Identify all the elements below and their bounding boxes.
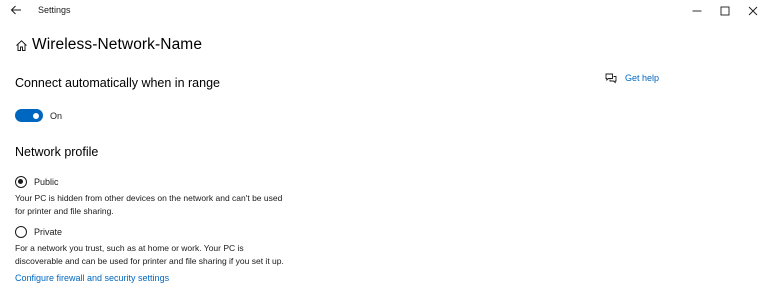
private-description: For a network you trust, such as at home… [15,242,300,267]
configure-firewall-link[interactable]: Configure firewall and security settings [15,273,169,283]
connect-toggle-row: On [15,109,62,122]
private-description-line: discoverable and can be used for printer… [15,255,284,266]
private-radio-button[interactable] [15,226,27,238]
close-icon [748,3,758,21]
network-profile-heading: Network profile [15,145,99,159]
radio-option-private[interactable]: Private [15,226,62,238]
radio-selected-dot [18,179,24,185]
public-radio-label: Public [34,177,59,187]
private-radio-label: Private [34,227,63,237]
toggle-state-label: On [50,110,63,121]
private-description-line: For a network you trust, such as at home… [15,243,244,253]
public-description: Your PC is hidden from other devices on … [15,192,300,217]
page-title: Wireless-Network-Name [32,36,203,53]
maximize-icon [720,3,730,21]
public-description-line: Your PC is hidden from other devices on … [15,193,283,203]
page-header: Wireless-Network-Name [15,36,202,54]
minimize-button[interactable] [682,0,712,23]
maximize-button[interactable] [710,0,740,23]
public-radio-button[interactable] [15,176,27,188]
radio-option-public[interactable]: Public [15,176,59,188]
app-title: Settings [38,5,71,15]
minimize-icon [692,3,702,21]
connect-automatically-heading: Connect automatically when in range [15,76,220,90]
back-button[interactable] [6,2,26,20]
get-help-link[interactable]: Get help [625,73,659,83]
connect-automatically-toggle[interactable] [15,109,43,122]
title-bar: Settings [0,0,768,23]
public-description-line: for printer and file sharing. [15,205,114,216]
toggle-knob [33,112,39,119]
home-icon[interactable] [15,39,28,52]
get-help[interactable]: Get help [605,72,659,84]
close-button[interactable] [738,0,768,23]
back-arrow-icon [10,2,22,20]
chat-help-icon [605,72,617,84]
